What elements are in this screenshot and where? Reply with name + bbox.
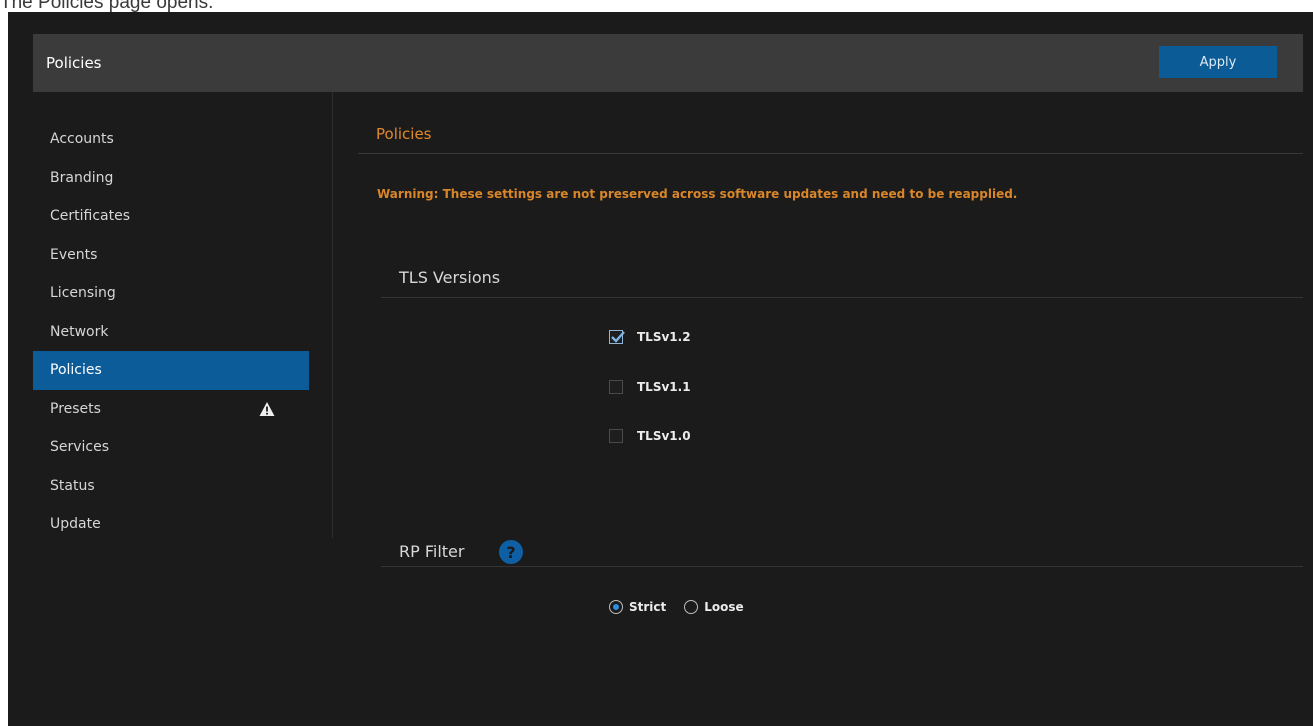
radio-button bbox=[684, 600, 699, 614]
sidebar-divider bbox=[332, 92, 333, 538]
checkbox-label: TLSv1.1 bbox=[637, 380, 691, 394]
sidebar-item-branding[interactable]: Branding bbox=[33, 159, 309, 198]
sidebar-item-label: Services bbox=[50, 439, 110, 456]
checkbox-box bbox=[609, 380, 623, 394]
sidebar-item-status[interactable]: Status bbox=[33, 467, 309, 506]
checkbox-label: TLSv1.2 bbox=[637, 330, 691, 344]
sidebar-item-network[interactable]: Network bbox=[33, 313, 309, 352]
sidebar-item-label: Certificates bbox=[50, 208, 131, 225]
sidebar-item-label: Licensing bbox=[50, 285, 116, 302]
section-title: Policies bbox=[376, 125, 432, 143]
tls-divider bbox=[381, 297, 1303, 298]
sidebar-item-label: Events bbox=[50, 246, 98, 263]
sidebar-item-label: Presets bbox=[50, 400, 101, 417]
sidebar-nav: Accounts Branding Certificates Events Li… bbox=[33, 120, 309, 544]
rp-filter-radio-group: Strict Loose bbox=[609, 600, 762, 614]
page-title: Policies bbox=[46, 54, 102, 72]
sidebar-item-label: Status bbox=[50, 477, 95, 494]
question-mark-icon[interactable]: ? bbox=[499, 540, 523, 564]
tls-versions-heading: TLS Versions bbox=[399, 268, 501, 287]
apply-button[interactable]: Apply bbox=[1159, 46, 1277, 78]
tls-v1-0-checkbox[interactable]: TLSv1.0 bbox=[609, 429, 691, 443]
sidebar-item-accounts[interactable]: Accounts bbox=[33, 120, 309, 159]
radio-button bbox=[609, 600, 623, 614]
sidebar-item-presets[interactable]: Presets bbox=[33, 390, 309, 429]
sidebar-item-label: Policies bbox=[50, 362, 102, 379]
sidebar-item-label: Update bbox=[50, 516, 101, 533]
sidebar-item-events[interactable]: Events bbox=[33, 236, 309, 275]
warning-message: Warning: These settings are not preserve… bbox=[377, 187, 1018, 201]
sidebar-item-label: Accounts bbox=[50, 131, 114, 148]
header-bar: Policies Apply bbox=[33, 34, 1303, 92]
tls-v1-1-checkbox[interactable]: TLSv1.1 bbox=[609, 380, 691, 394]
checkmark-icon bbox=[611, 331, 625, 343]
sidebar-item-licensing[interactable]: Licensing bbox=[33, 274, 309, 313]
tls-v1-2-checkbox[interactable]: TLSv1.2 bbox=[609, 330, 691, 344]
warning-triangle-icon bbox=[259, 401, 275, 416]
sidebar-item-certificates[interactable]: Certificates bbox=[33, 197, 309, 236]
sidebar-item-label: Branding bbox=[50, 169, 114, 186]
radio-loose[interactable]: Loose bbox=[684, 600, 744, 614]
checkbox-label: TLSv1.0 bbox=[637, 429, 691, 443]
section-divider bbox=[358, 153, 1303, 154]
rp-filter-divider bbox=[381, 566, 1303, 567]
checkbox-box bbox=[609, 429, 623, 443]
app-window: Policies Apply Accounts Branding Certifi… bbox=[8, 12, 1313, 726]
sidebar-item-policies[interactable]: Policies bbox=[33, 351, 309, 390]
radio-label: Loose bbox=[704, 600, 744, 614]
radio-label: Strict bbox=[629, 600, 667, 614]
sidebar-item-services[interactable]: Services bbox=[33, 428, 309, 467]
checkbox-box bbox=[609, 330, 625, 344]
radio-strict[interactable]: Strict bbox=[609, 600, 666, 614]
sidebar-item-label: Network bbox=[50, 323, 109, 340]
sidebar-item-update[interactable]: Update bbox=[33, 505, 309, 544]
rp-filter-heading: RP Filter bbox=[399, 542, 465, 561]
